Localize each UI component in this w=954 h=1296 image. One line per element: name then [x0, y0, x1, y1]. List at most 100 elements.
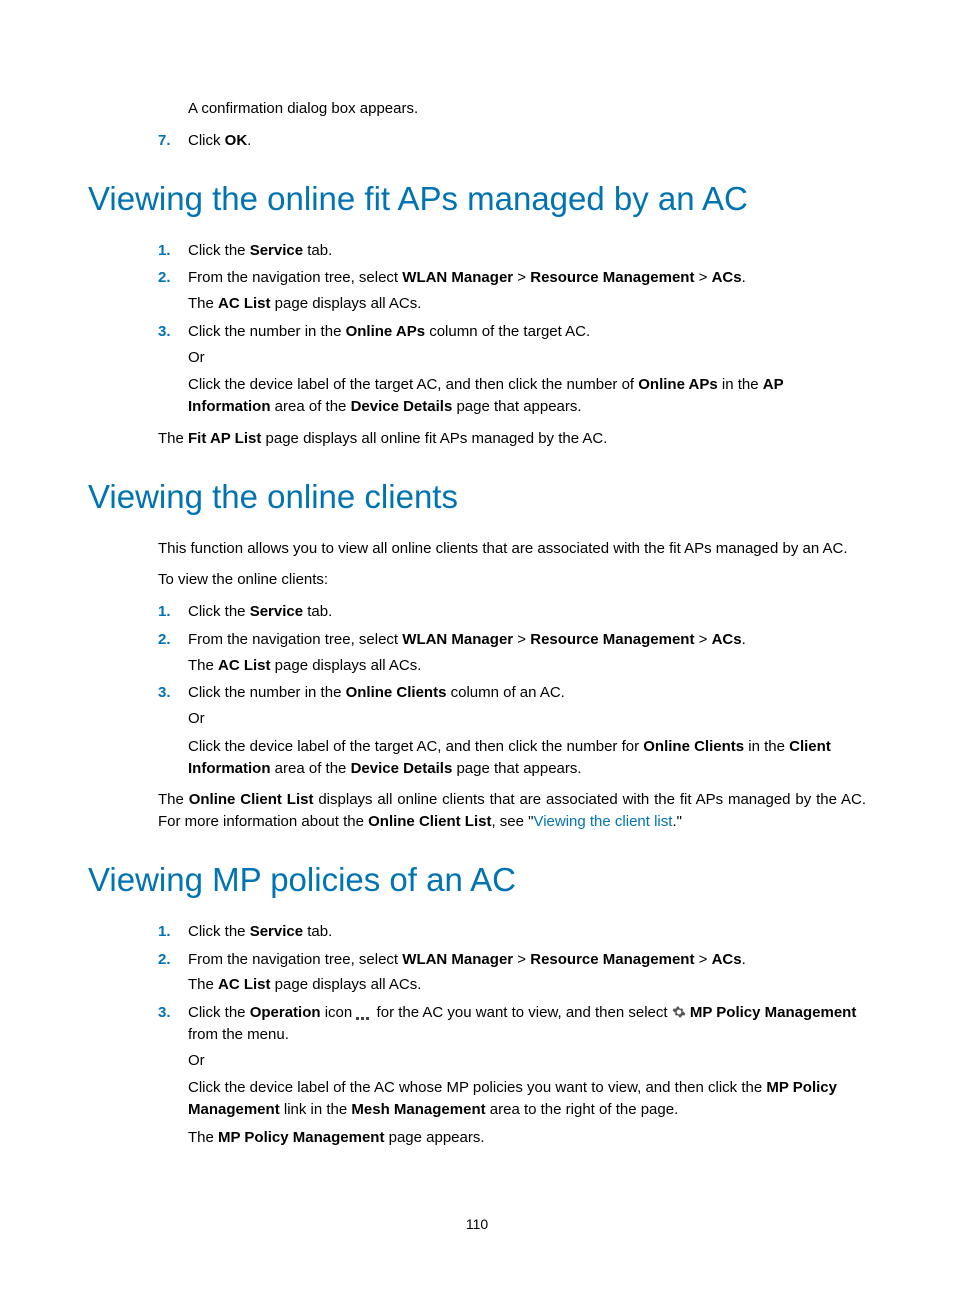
bold-text: Device Details: [351, 760, 453, 777]
step-text: .: [247, 132, 251, 149]
step-number: 1.: [158, 921, 171, 943]
bold-text: Service: [250, 923, 303, 940]
bold-text: WLAN Manager: [402, 631, 513, 648]
bold-text: ACs: [712, 631, 742, 648]
step-number: 7.: [158, 130, 171, 152]
step-text: From the navigation tree, select: [188, 269, 402, 286]
step-subtext: Click the device label of the target AC,…: [188, 736, 866, 780]
section-heading: Viewing MP policies of an AC: [88, 861, 866, 899]
list-item: 1. Click the Service tab.: [88, 601, 866, 623]
bold-text: WLAN Manager: [402, 951, 513, 968]
operation-ellipsis-icon: [356, 1007, 372, 1017]
step-text: Click the: [188, 242, 250, 259]
step-text: >: [694, 269, 711, 286]
sec2-steps: 1. Click the Service tab. 2. From the na…: [88, 601, 866, 779]
bold-text: Mesh Management: [351, 1101, 485, 1118]
step-text: Click the number in the: [188, 323, 346, 340]
bold-text: AC List: [218, 657, 271, 674]
step-text: .: [742, 951, 746, 968]
step-number: 3.: [158, 682, 171, 704]
step-text: Click the: [188, 603, 250, 620]
step-subtext: The AC List page displays all ACs.: [188, 974, 866, 996]
step-text: From the navigation tree, select: [188, 631, 402, 648]
or-text: Or: [188, 708, 866, 730]
bold-text: Resource Management: [530, 269, 694, 286]
step-text: tab.: [303, 923, 332, 940]
section-heading: Viewing the online clients: [88, 478, 866, 516]
step-text: Click the: [188, 1004, 250, 1021]
bold-text: AC List: [218, 976, 271, 993]
step-text: .: [742, 269, 746, 286]
list-item: 2. From the navigation tree, select WLAN…: [88, 267, 866, 315]
section-intro-text: This function allows you to view all onl…: [158, 538, 866, 560]
step-number: 2.: [158, 949, 171, 971]
step-text: Click: [188, 132, 225, 149]
step-text: >: [513, 269, 530, 286]
step-subtext: The AC List page displays all ACs.: [188, 655, 866, 677]
step-text: tab.: [303, 603, 332, 620]
step-subtext: The AC List page displays all ACs.: [188, 293, 866, 315]
step-text: column of the target AC.: [425, 323, 590, 340]
section-heading: Viewing the online fit APs managed by an…: [88, 180, 866, 218]
step-number: 1.: [158, 240, 171, 262]
list-item: 7. Click OK.: [88, 130, 866, 152]
step-number: 2.: [158, 267, 171, 289]
section-lead-text: To view the online clients:: [158, 569, 866, 591]
gear-icon: [672, 1005, 686, 1019]
step-text: >: [694, 631, 711, 648]
step-text: from the menu.: [188, 1026, 289, 1043]
step-subtext: The MP Policy Management page appears.: [188, 1127, 866, 1149]
bold-text: MP Policy Management: [218, 1129, 384, 1146]
step-text: Click the number in the: [188, 684, 346, 701]
step-text: icon: [321, 1004, 357, 1021]
bold-text: ACs: [712, 269, 742, 286]
bold-text: Fit AP List: [188, 430, 261, 447]
list-item: 2. From the navigation tree, select WLAN…: [88, 949, 866, 997]
list-item: 3. Click the number in the Online APs co…: [88, 321, 866, 418]
step-text: for the AC you want to view, and then se…: [372, 1004, 671, 1021]
bold-text: WLAN Manager: [402, 269, 513, 286]
step-text: >: [513, 631, 530, 648]
list-item: 3. Click the Operation icon for the AC y…: [88, 1002, 866, 1149]
bold-text: Operation: [250, 1004, 321, 1021]
intro-confirm-text: A confirmation dialog box appears.: [188, 98, 866, 120]
page-number: 110: [0, 1216, 954, 1232]
bold-text: AC List: [218, 295, 271, 312]
bold-text: ACs: [712, 951, 742, 968]
step-number: 3.: [158, 321, 171, 343]
list-item: 3. Click the number in the Online Client…: [88, 682, 866, 779]
step-text: column of an AC.: [446, 684, 564, 701]
page-content: A confirmation dialog box appears. 7. Cl…: [88, 98, 866, 1159]
step-subtext: Click the device label of the target AC,…: [188, 374, 866, 418]
bold-text: Online Client List: [368, 813, 491, 830]
step-text: .: [742, 631, 746, 648]
section-after-text: The Fit AP List page displays all online…: [158, 428, 866, 450]
bold-text: Service: [250, 603, 303, 620]
or-text: Or: [188, 1050, 866, 1072]
step-number: 3.: [158, 1002, 171, 1024]
step-text: >: [513, 951, 530, 968]
list-item: 1. Click the Service tab.: [88, 240, 866, 262]
list-item: 1. Click the Service tab.: [88, 921, 866, 943]
bold-text: Online APs: [638, 376, 717, 393]
sec3-steps: 1. Click the Service tab. 2. From the na…: [88, 921, 866, 1149]
bold-text: OK: [225, 132, 248, 149]
bold-text: Online Clients: [346, 684, 447, 701]
step-text: >: [694, 951, 711, 968]
list-item: 2. From the navigation tree, select WLAN…: [88, 629, 866, 677]
viewing-client-list-link[interactable]: Viewing the client list: [533, 813, 672, 830]
step-text: Click the: [188, 923, 250, 940]
or-text: Or: [188, 347, 866, 369]
bold-text: Resource Management: [530, 631, 694, 648]
bold-text: Online Clients: [643, 738, 744, 755]
intro-step-list: 7. Click OK.: [88, 130, 866, 152]
step-text: tab.: [303, 242, 332, 259]
bold-text: Online Client List: [189, 791, 314, 808]
step-subtext: Click the device label of the AC whose M…: [188, 1077, 866, 1121]
bold-text: Service: [250, 242, 303, 259]
bold-text: Device Details: [351, 398, 453, 415]
section-after-text: The Online Client List displays all onli…: [158, 789, 866, 833]
bold-text: MP Policy Management: [686, 1004, 857, 1021]
bold-text: Online APs: [346, 323, 425, 340]
step-number: 1.: [158, 601, 171, 623]
